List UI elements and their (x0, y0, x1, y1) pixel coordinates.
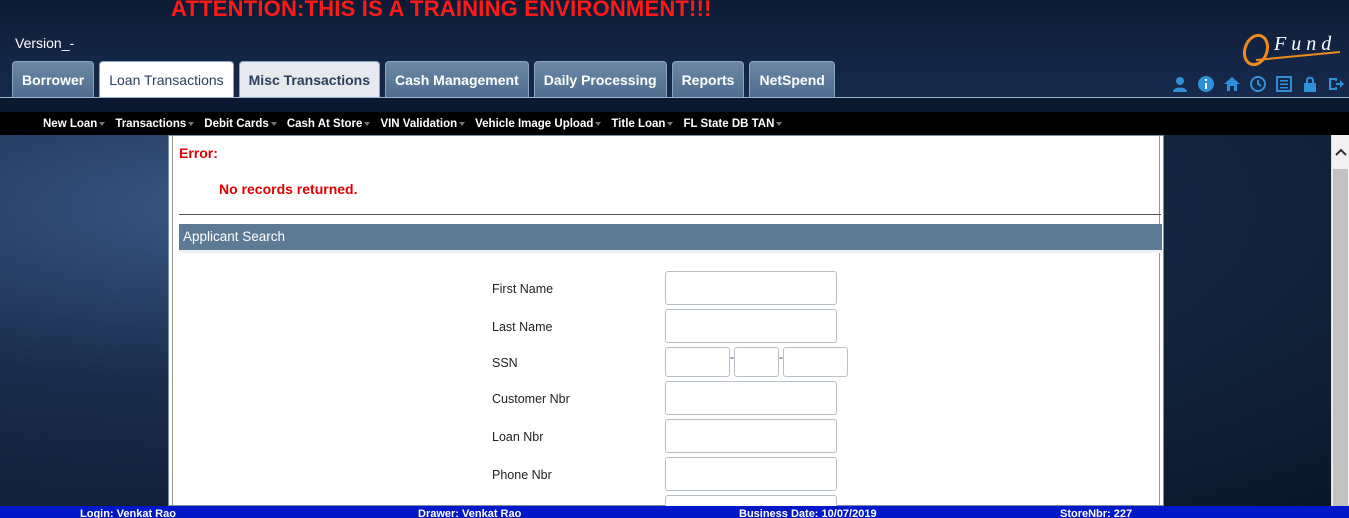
first-name-field[interactable] (665, 271, 837, 305)
login-status: Login: Venkat Rao (80, 508, 176, 518)
main-tabs: Borrower Loan Transactions Misc Transact… (12, 61, 840, 97)
info-icon[interactable] (1196, 75, 1216, 93)
tab-cash-management[interactable]: Cash Management (385, 61, 529, 97)
ssn-label: SSN (492, 356, 518, 370)
tab-loan-transactions[interactable]: Loan Transactions (99, 61, 234, 97)
content-frame: Error: No records returned. Applicant Se… (172, 136, 1162, 518)
loan-nbr-field[interactable] (665, 419, 837, 453)
clock-icon[interactable] (1248, 75, 1268, 93)
header-icons (1170, 75, 1346, 93)
menu-label: FL State DB TAN (683, 117, 775, 130)
training-banner: ATTENTION:THIS IS A TRAINING ENVIRONMENT… (171, 0, 712, 21)
lock-icon[interactable] (1300, 75, 1320, 93)
menu-label: Vehicle Image Upload (475, 117, 594, 130)
status-footer: Login: Venkat Rao Drawer: Venkat Rao Bus… (0, 506, 1349, 518)
section-underline (179, 250, 1162, 253)
drawer-status: Drawer: Venkat Rao (418, 508, 522, 518)
menu-vin-validation[interactable]: VIN Validation (380, 117, 466, 130)
logo-text: Fund (1273, 33, 1336, 55)
ssn-part2-field[interactable] (734, 347, 779, 377)
scroll-up-icon[interactable] (1332, 135, 1349, 169)
main-content: Error: No records returned. Applicant Se… (168, 135, 1164, 518)
user-icon[interactable] (1170, 75, 1190, 93)
menu-cash-at-store[interactable]: Cash At Store (286, 117, 371, 130)
error-message: No records returned. (219, 181, 358, 197)
tab-reports[interactable]: Reports (671, 61, 745, 97)
tab-netspend[interactable]: NetSpend (749, 61, 835, 97)
home-icon[interactable] (1222, 75, 1242, 93)
error-label: Error: (179, 145, 218, 161)
tab-borrower[interactable]: Borrower (12, 61, 95, 97)
chevron-down-icon (595, 121, 602, 126)
menu-vehicle-image-upload[interactable]: Vehicle Image Upload (475, 117, 602, 130)
store-number-status: StoreNbr: 227 (1060, 508, 1133, 518)
business-date-status: Business Date: 10/07/2019 (739, 508, 877, 518)
vertical-scrollbar[interactable] (1331, 135, 1349, 506)
ssn-part3-field[interactable] (783, 347, 848, 377)
ssn-part1-field[interactable] (665, 347, 730, 377)
divider (179, 214, 1161, 215)
qfund-logo: Fund (1242, 30, 1344, 74)
chevron-down-icon (188, 121, 195, 126)
menu-label: New Loan (43, 117, 98, 130)
menu-transactions[interactable]: Transactions (115, 117, 195, 130)
menu-new-loan[interactable]: New Loan (43, 117, 106, 130)
chevron-down-icon (776, 121, 783, 126)
menu-label: VIN Validation (380, 117, 458, 130)
menu-label: Transactions (115, 117, 187, 130)
customer-nbr-label: Customer Nbr (492, 392, 570, 406)
chevron-down-icon (459, 121, 466, 126)
menu-label: Debit Cards (204, 117, 269, 130)
loan-nbr-label: Loan Nbr (492, 430, 544, 444)
chevron-down-icon (364, 121, 371, 126)
section-title: Applicant Search (179, 224, 1162, 250)
chevron-down-icon (667, 121, 674, 126)
tab-daily-processing[interactable]: Daily Processing (533, 61, 667, 97)
menu-debit-cards[interactable]: Debit Cards (204, 117, 277, 130)
last-name-label: Last Name (492, 320, 553, 334)
menu-title-loan[interactable]: Title Loan (611, 117, 674, 130)
chevron-down-icon (270, 121, 277, 126)
header-strip (0, 98, 1349, 112)
phone-nbr-label: Phone Nbr (492, 468, 552, 482)
phone-nbr-field[interactable] (665, 457, 837, 491)
logout-icon[interactable] (1326, 75, 1346, 93)
menu-label: Title Loan (611, 117, 666, 130)
first-name-label: First Name (492, 282, 554, 296)
sub-menu-bar: New Loan Transactions Debit Cards Cash A… (0, 112, 1349, 135)
menu-fl-state-db-tan[interactable]: FL State DB TAN (683, 117, 783, 130)
last-name-field[interactable] (665, 309, 837, 343)
app-header: ATTENTION:THIS IS A TRAINING ENVIRONMENT… (0, 0, 1349, 98)
version-label: Version_- (15, 35, 75, 51)
chevron-down-icon (99, 121, 106, 126)
tab-misc-transactions[interactable]: Misc Transactions (238, 61, 381, 97)
menu-label: Cash At Store (286, 117, 363, 130)
list-icon[interactable] (1274, 75, 1294, 93)
scroll-thumb[interactable] (1333, 169, 1348, 506)
customer-nbr-field[interactable] (665, 381, 837, 415)
